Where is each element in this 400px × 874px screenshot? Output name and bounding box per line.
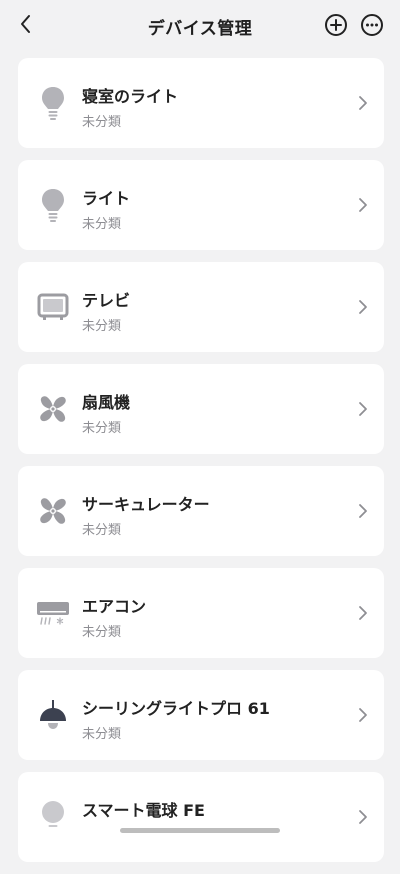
smart-bulb-icon xyxy=(36,799,70,835)
top-bar: デバイス管理 xyxy=(0,0,400,50)
chevron-right-icon xyxy=(359,402,367,416)
device-card[interactable]: 寝室のライト 未分類 xyxy=(18,58,384,148)
device-name: シーリングライトプロ 61 xyxy=(82,699,270,718)
device-card[interactable]: テレビ 未分類 xyxy=(18,262,384,352)
device-card[interactable]: シーリングライトプロ 61 未分類 xyxy=(18,670,384,760)
device-category: 未分類 xyxy=(82,625,122,640)
chevron-right-icon xyxy=(359,198,367,212)
bulb-icon xyxy=(36,187,70,223)
device-card[interactable]: スマート電球 FE xyxy=(18,772,384,862)
more-circle-icon xyxy=(361,14,383,36)
device-category: 未分類 xyxy=(82,319,122,334)
device-name: エアコン xyxy=(82,597,147,616)
device-category: 未分類 xyxy=(82,115,122,130)
aircon-icon xyxy=(36,595,70,631)
home-indicator xyxy=(120,828,280,833)
chevron-right-icon xyxy=(359,300,367,314)
fan-icon xyxy=(36,493,70,529)
device-card[interactable]: 扇風機 未分類 xyxy=(18,364,384,454)
device-category: 未分類 xyxy=(82,217,122,232)
chevron-right-icon xyxy=(359,810,367,824)
chevron-right-icon xyxy=(359,96,367,110)
device-name: テレビ xyxy=(82,291,131,310)
plus-circle-icon xyxy=(325,14,347,36)
device-card[interactable]: ライト 未分類 xyxy=(18,160,384,250)
device-category: 未分類 xyxy=(82,727,122,742)
device-card[interactable]: サーキュレーター 未分類 xyxy=(18,466,384,556)
device-name: スマート電球 FE xyxy=(82,801,205,820)
more-options-button[interactable] xyxy=(360,13,384,37)
device-list: 寝室のライト 未分類 ライト 未分類 テレビ 未分類 扇風機 未分類 サーキュレ… xyxy=(18,58,384,874)
ceiling-light-icon xyxy=(36,697,70,733)
bulb-icon xyxy=(36,85,70,121)
fan-icon xyxy=(36,391,70,427)
chevron-right-icon xyxy=(359,504,367,518)
device-name: ライト xyxy=(82,189,131,208)
device-card[interactable]: エアコン 未分類 xyxy=(18,568,384,658)
tv-icon xyxy=(36,289,70,325)
device-name: サーキュレーター xyxy=(82,495,210,514)
device-category: 未分類 xyxy=(82,523,122,538)
add-device-button[interactable] xyxy=(324,13,348,37)
device-name: 扇風機 xyxy=(82,393,131,412)
device-name: 寝室のライト xyxy=(82,87,179,106)
device-category: 未分類 xyxy=(82,421,122,436)
chevron-right-icon xyxy=(359,606,367,620)
chevron-right-icon xyxy=(359,708,367,722)
